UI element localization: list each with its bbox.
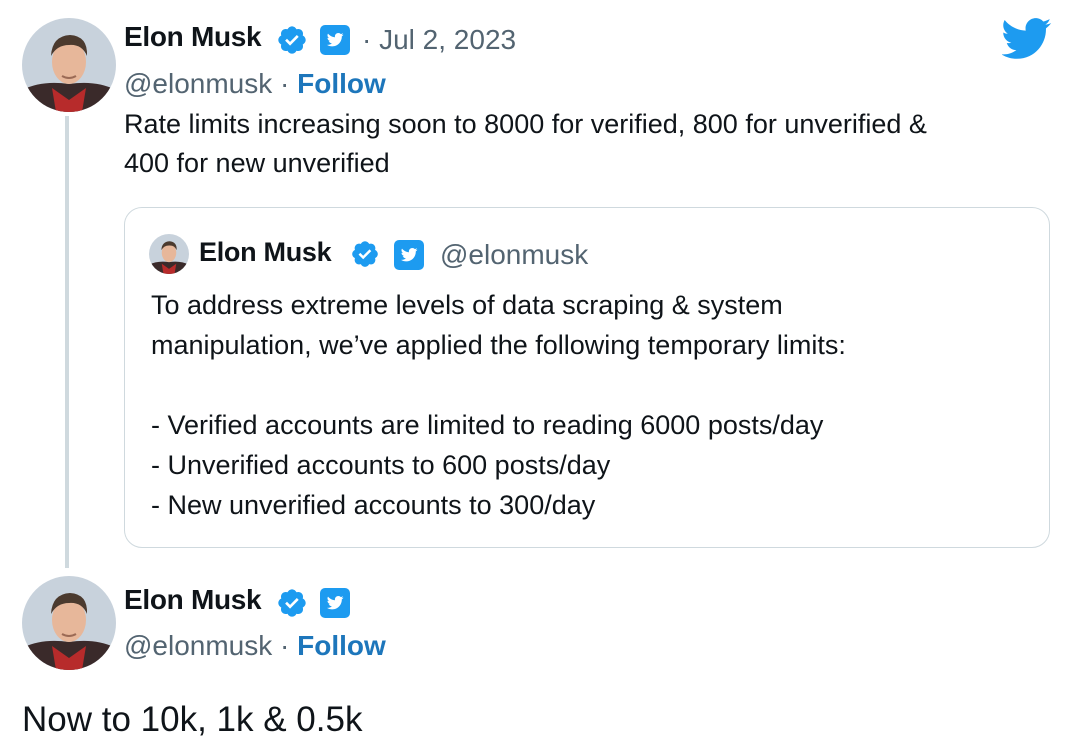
author-handle-line: @elonmusk · Follow bbox=[124, 630, 386, 662]
twitter-square-icon bbox=[394, 240, 424, 270]
quoted-avatar[interactable] bbox=[149, 234, 189, 274]
quoted-text-line-1: To address extreme levels of data scrapi… bbox=[151, 290, 783, 320]
quoted-text-line-4: - Verified accounts are limited to readi… bbox=[151, 410, 824, 440]
tweet-date[interactable]: · Jul 2, 2023 bbox=[362, 24, 516, 56]
twitter-square-icon bbox=[320, 588, 350, 618]
separator-dot: · bbox=[280, 68, 290, 99]
quoted-text-line-5: - Unverified accounts to 600 posts/day bbox=[151, 450, 611, 480]
follow-button[interactable]: Follow bbox=[297, 630, 386, 661]
verified-badge-icon bbox=[278, 589, 306, 617]
tweet-text: Now to 10k, 1k & 0.5k bbox=[22, 700, 363, 739]
tweet-text-line-1: Rate limits increasing soon to 8000 for … bbox=[124, 109, 927, 139]
author-handle-line: @elonmusk · Follow bbox=[124, 68, 386, 100]
avatar[interactable] bbox=[22, 576, 116, 670]
verified-badge-icon bbox=[352, 241, 378, 267]
quoted-text-line-2: manipulation, we’ve applied the followin… bbox=[151, 330, 846, 360]
separator-dot: · bbox=[280, 630, 290, 661]
twitter-square-icon bbox=[320, 25, 350, 55]
follow-button[interactable]: Follow bbox=[297, 68, 386, 99]
author-name[interactable]: Elon Musk bbox=[124, 21, 262, 53]
author-handle[interactable]: @elonmusk bbox=[124, 630, 272, 661]
tweet-text-line-2: 400 for new unverified bbox=[124, 148, 390, 178]
quoted-author-handle: @elonmusk bbox=[440, 239, 589, 270]
quoted-text-line-6: - New unverified accounts to 300/day bbox=[151, 490, 596, 520]
avatar[interactable] bbox=[22, 18, 116, 112]
thread-connector-line bbox=[65, 116, 69, 568]
author-name[interactable]: Elon Musk bbox=[124, 584, 262, 616]
author-handle[interactable]: @elonmusk bbox=[124, 68, 272, 99]
tweet-thread: Elon Musk · Jul 2, 2023 @elonmusk · Foll… bbox=[0, 0, 1076, 753]
twitter-bird-icon[interactable] bbox=[1002, 18, 1052, 60]
quoted-author-name: Elon Musk bbox=[199, 237, 332, 267]
verified-badge-icon bbox=[278, 26, 306, 54]
